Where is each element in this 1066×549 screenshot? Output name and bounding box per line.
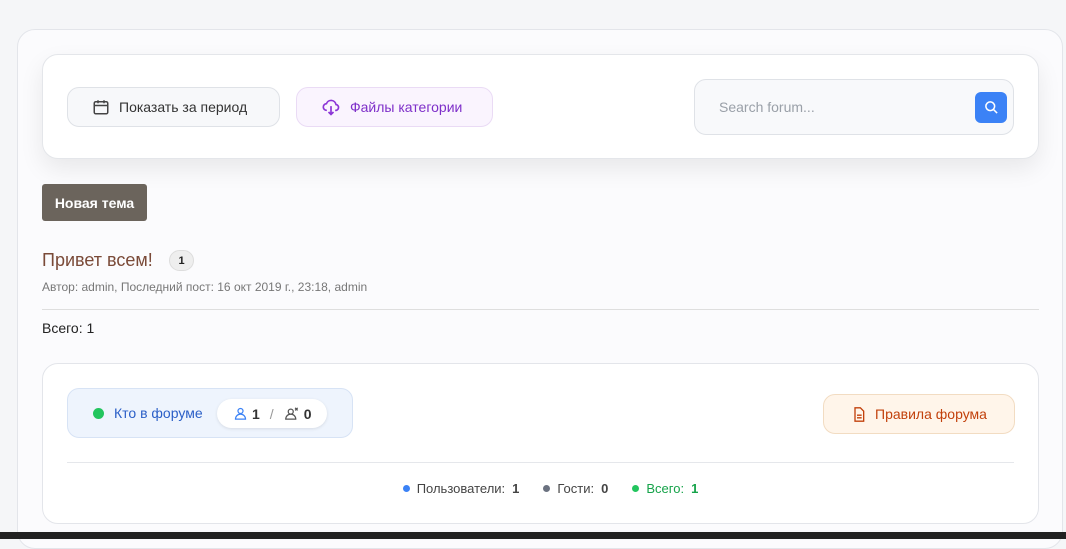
taskbar: [0, 532, 1066, 539]
category-files-button[interactable]: Файлы категории: [296, 87, 493, 127]
forum-rules-label: Правила форума: [875, 406, 987, 422]
online-stats: Пользователи: 1 Гости: 0 Всего: 1: [43, 481, 1038, 496]
forum-rules-button[interactable]: Правила форума: [823, 394, 1015, 434]
who-online-panel: Кто в форуме 1 / 0 Правила форума Пользо…: [42, 363, 1039, 524]
search-box: [694, 79, 1014, 135]
document-icon: [854, 406, 865, 422]
online-dot-icon: [93, 408, 104, 419]
category-toolbar: Показать за период Файлы категории: [42, 54, 1039, 159]
count-separator: /: [269, 405, 274, 422]
gray-dot-icon: [543, 485, 551, 492]
stat-total: Всего: 1: [632, 481, 698, 496]
stat-guests: Гости: 0: [543, 481, 608, 496]
stat-label: Всего:: [646, 481, 685, 496]
divider: [42, 309, 1039, 310]
show-period-label: Показать за период: [119, 99, 248, 115]
who-online-label: Кто в форуме: [114, 405, 203, 421]
stat-label: Гости:: [557, 481, 595, 496]
topics-total: Всего: 1: [42, 320, 95, 336]
green-dot-icon: [632, 485, 640, 492]
topic-reply-count: 1: [169, 250, 194, 271]
topic-title-link[interactable]: Привет всем!: [42, 250, 153, 271]
stat-value: 1: [691, 481, 699, 496]
stat-users: Пользователи: 1: [402, 481, 520, 496]
stat-value: 1: [512, 481, 520, 496]
calendar-icon: [93, 100, 109, 115]
online-guests-count: 0: [303, 405, 312, 422]
search-input[interactable]: [707, 92, 967, 122]
stat-value: 0: [601, 481, 609, 496]
search-icon: [984, 101, 998, 114]
new-topic-button[interactable]: Новая тема: [42, 184, 147, 221]
cloud-download-icon: [322, 99, 340, 116]
topic-meta: Автор: admin, Последний пост: 16 окт 201…: [42, 280, 368, 294]
show-period-button[interactable]: Показать за период: [67, 87, 280, 127]
who-online-box[interactable]: Кто в форуме 1 / 0: [67, 388, 353, 438]
search-button[interactable]: [975, 92, 1007, 123]
category-files-label: Файлы категории: [350, 99, 463, 115]
blue-dot-icon: [402, 485, 410, 492]
guest-icon: [284, 407, 298, 420]
divider: [67, 462, 1014, 463]
user-icon: [234, 407, 247, 420]
stat-label: Пользователи:: [416, 481, 506, 496]
online-users-count: 1: [252, 405, 260, 422]
online-counts-pill: 1 / 0: [217, 399, 327, 428]
